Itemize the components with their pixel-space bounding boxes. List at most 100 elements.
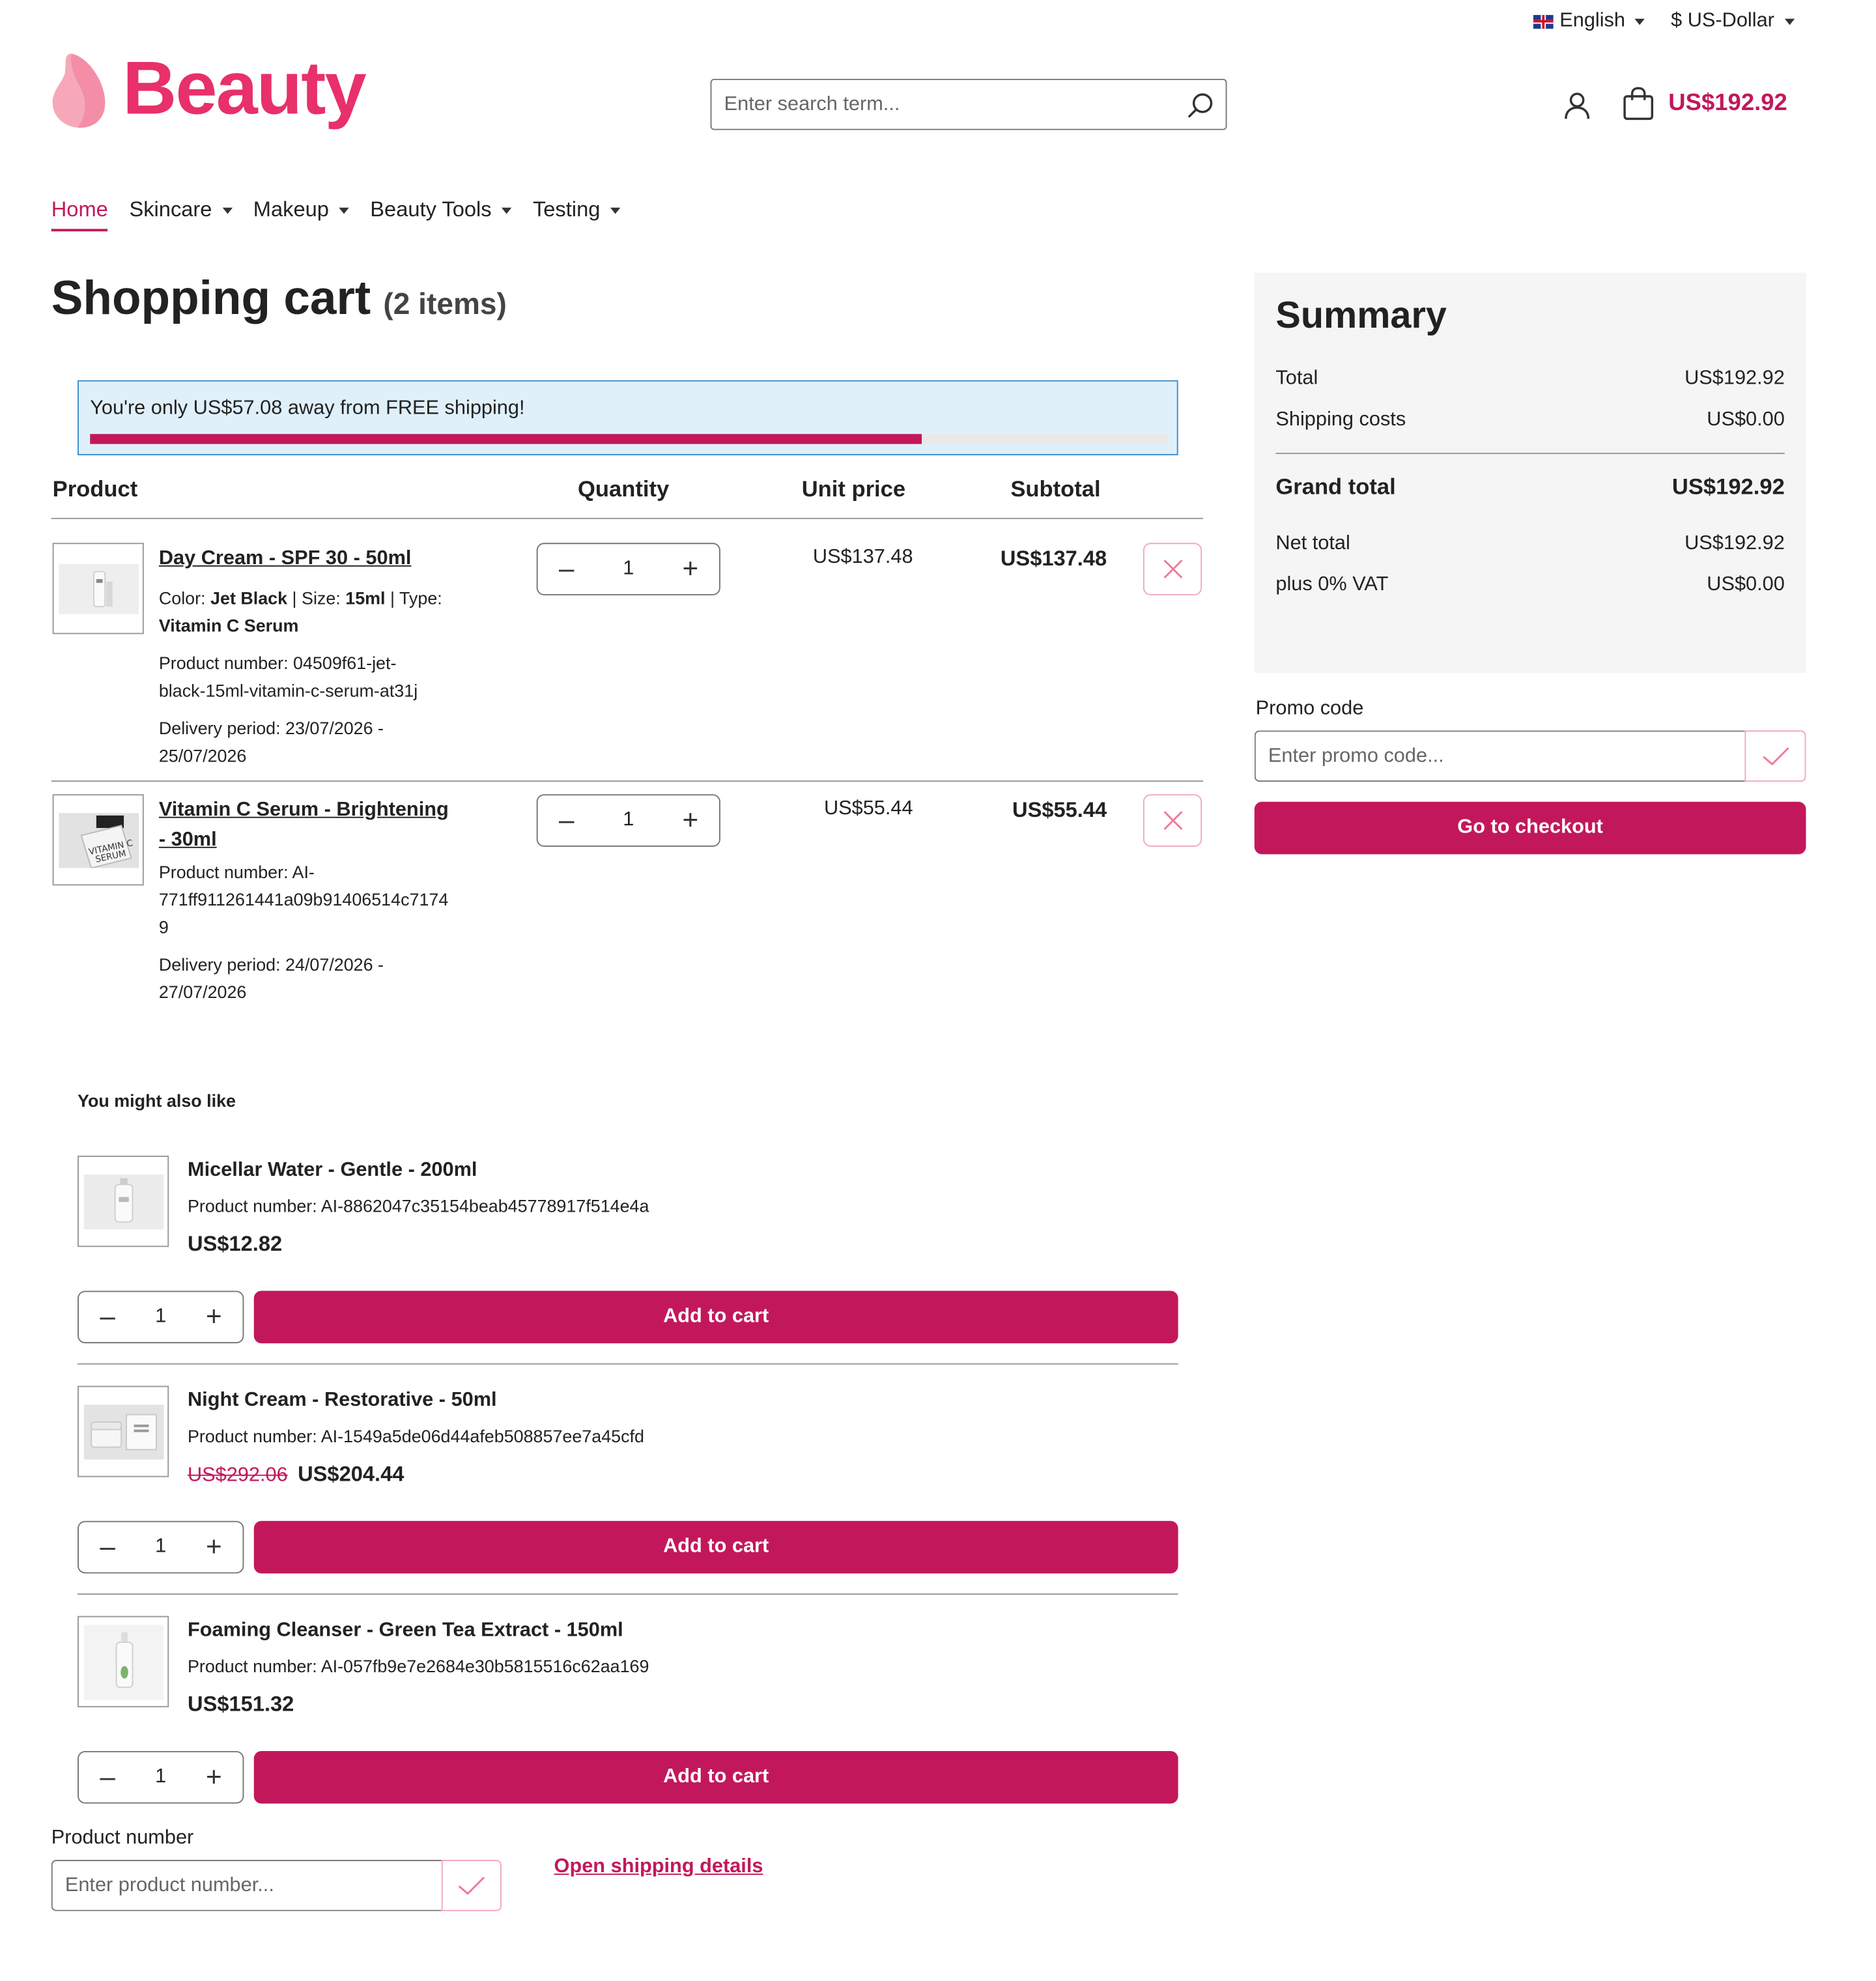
free-shipping-text: You're only US$57.08 away from FREE ship… [90,397,525,420]
nav-item-home[interactable]: Home [51,197,108,232]
checkout-button[interactable]: Go to checkout [1254,801,1806,855]
quantity-stepper[interactable]: – 1 + [78,1290,244,1344]
quantity-stepper[interactable]: – 1 + [78,1751,244,1804]
search-button[interactable] [1176,91,1226,118]
cart-item-name[interactable]: Vitamin C Serum - Brightening - 30ml [159,795,496,855]
caret-down-icon [610,207,621,214]
recommendation-divider [78,1593,1178,1595]
cart-item-details: Vitamin C Serum - Brightening - 30ml Pro… [159,795,496,1006]
recommendations-title: You might also like [78,1090,236,1111]
product-number-group [51,1860,502,1911]
product-number-input[interactable] [51,1860,442,1911]
increase-quantity-button[interactable]: + [203,1763,225,1791]
increase-quantity-button[interactable]: + [203,1533,225,1561]
close-icon [1163,811,1182,830]
decrease-quantity-button[interactable]: – [96,1533,119,1561]
recommendation-name[interactable]: Foaming Cleanser - Green Tea Extract - 1… [188,1619,623,1642]
account-button[interactable] [1562,90,1592,126]
decrease-quantity-button[interactable]: – [555,555,578,582]
main-nav: Home Skincare Makeup Beauty Tools Testin… [51,197,642,232]
petal-logo-icon [52,53,106,128]
product-thumbnail[interactable] [78,1386,169,1477]
caret-down-icon [1635,18,1645,25]
column-quantity: Quantity [578,476,670,502]
micellar-water-image [83,1173,163,1229]
search-box[interactable] [710,78,1227,130]
search-input[interactable] [711,93,1176,116]
nav-item-testing[interactable]: Testing [533,197,621,231]
add-to-cart-button[interactable]: Add to cart [253,1290,1178,1344]
nav-item-skincare[interactable]: Skincare [129,197,233,231]
quantity-value[interactable]: 1 [155,1305,166,1328]
quantity-value[interactable]: 1 [155,1766,166,1789]
cart-item-product-number: Product number: 04509f61-jet- black-15ml… [158,653,418,701]
checkmark-icon [1762,747,1789,765]
recommendation-divider [78,1363,1178,1365]
summary-divider [1275,453,1785,454]
recommendation-name[interactable]: Micellar Water - Gentle - 200ml [188,1160,477,1182]
remove-item-button[interactable] [1143,794,1202,847]
increase-quantity-button[interactable]: + [679,555,702,582]
recommendation-price: US$12.82 [188,1232,283,1256]
cart-item-product-number: Product number: AI- 771ff911261441a09b91… [158,861,449,937]
quantity-value[interactable]: 1 [623,809,634,832]
remove-item-button[interactable] [1143,543,1202,595]
increase-quantity-button[interactable]: + [679,806,702,834]
decrease-quantity-button[interactable]: – [96,1763,119,1791]
caret-down-icon [221,207,233,214]
product-thumbnail[interactable] [78,1616,169,1707]
quantity-value[interactable]: 1 [623,558,634,580]
cart-item-attributes: Color: Jet Black | Size: 15ml | Type: Vi… [158,588,442,636]
close-icon [1163,560,1182,579]
sale-price: US$204.44 [298,1462,405,1486]
summary-title: Summary [1275,295,1447,337]
nav-item-beauty-tools[interactable]: Beauty Tools [370,197,512,231]
recommendation-name[interactable]: Night Cream - Restorative - 50ml [188,1390,497,1412]
original-price: US$292.06 [188,1464,288,1486]
nav-item-makeup[interactable]: Makeup [253,197,349,231]
cart-item-divider [51,780,1204,782]
night-cream-image [83,1404,163,1459]
cart-item-delivery: Delivery period: 23/07/2026 - 25/07/2026 [158,718,384,766]
recommendation-product-number: Product number: AI-1549a5de06d44afeb5088… [188,1425,644,1446]
cart-item-details: Day Cream - SPF 30 - 50ml Color: Jet Bla… [159,544,496,769]
vitamin-c-serum-image: VITAMIN C SERUM [58,812,139,868]
promo-code-input[interactable] [1254,730,1745,782]
caret-down-icon [501,207,512,214]
decrease-quantity-button[interactable]: – [96,1303,119,1331]
table-header-divider [51,517,1204,519]
recommendation-price: US$292.06 US$204.44 [188,1462,404,1487]
summary-grand-total-row: Grand total US$192.92 [1275,474,1785,500]
summary-vat-row: plus 0% VAT US$0.00 [1275,574,1785,595]
decrease-quantity-button[interactable]: – [555,806,578,834]
page-title: Shopping cart (2 items) [51,273,507,327]
column-product: Product [52,476,138,502]
quantity-stepper[interactable]: – 1 + [78,1520,244,1574]
cart-item-name[interactable]: Day Cream - SPF 30 - 50ml [159,544,496,574]
add-to-cart-button[interactable]: Add to cart [253,1751,1178,1804]
quantity-value[interactable]: 1 [155,1536,166,1559]
item-subtotal: US$55.44 [1012,797,1107,822]
caret-down-icon [339,207,349,214]
checkmark-icon [458,1875,485,1894]
free-shipping-notice: You're only US$57.08 away from FREE ship… [78,380,1178,455]
add-to-cart-button[interactable]: Add to cart [253,1520,1178,1574]
free-shipping-progress [90,434,1169,444]
brand-logo[interactable]: Beauty [50,46,367,133]
currency-label: $ US-Dollar [1671,10,1774,31]
currency-selector[interactable]: $ US-Dollar [1671,10,1795,33]
product-thumbnail[interactable] [52,543,144,634]
quantity-stepper[interactable]: – 1 + [536,794,720,847]
add-product-number-button[interactable] [441,1860,502,1911]
product-thumbnail[interactable]: VITAMIN C SERUM [52,794,144,886]
apply-promo-button[interactable] [1744,730,1806,782]
uk-flag-icon [1533,14,1554,29]
caret-down-icon [1784,18,1795,25]
increase-quantity-button[interactable]: + [203,1303,225,1331]
quantity-stepper[interactable]: – 1 + [536,543,720,595]
free-shipping-progress-fill [90,434,922,444]
cart-button[interactable]: US$192.92 [1622,86,1787,121]
product-thumbnail[interactable] [78,1156,169,1247]
open-shipping-details-link[interactable]: Open shipping details [554,1856,763,1879]
language-selector[interactable]: English [1533,10,1645,33]
